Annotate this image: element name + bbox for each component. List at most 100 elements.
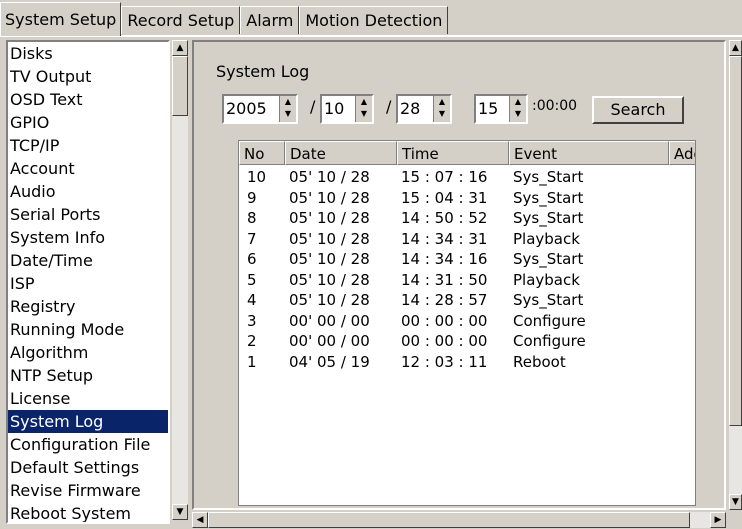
sidebar-item-osd-text[interactable]: OSD Text xyxy=(8,88,168,111)
sidebar-item-license[interactable]: License xyxy=(8,387,168,410)
spin-arrows-icon[interactable]: ▲ ▼ xyxy=(433,96,450,122)
column-header-event[interactable]: Event xyxy=(509,141,669,165)
day-spinbox[interactable]: 28 ▲ ▼ xyxy=(396,94,452,124)
cell-date: 00' 00 / 00 xyxy=(289,332,370,350)
sidebar-item-default-settings[interactable]: Default Settings xyxy=(8,456,168,479)
cell-time: 00 : 00 : 00 xyxy=(401,311,488,330)
cell-date: 05' 10 / 28 xyxy=(289,188,370,207)
cell-date: 05' 10 / 28 xyxy=(289,291,370,309)
sidebar-item-account[interactable]: Account xyxy=(8,157,168,180)
sidebar-item-algorithm[interactable]: Algorithm xyxy=(8,341,168,364)
sidebar-item-system-log[interactable]: System Log xyxy=(8,410,168,433)
cell-no: 8 xyxy=(247,209,257,227)
day-value: 28 xyxy=(400,99,421,118)
month-spinbox[interactable]: 10 ▲ ▼ xyxy=(320,94,374,124)
settings-list: Disks TV Output OSD Text GPIO TCP/IP Account A… xyxy=(6,40,170,524)
sidebar-item-audio[interactable]: Audio xyxy=(8,180,168,203)
time-suffix: :00:00 xyxy=(532,98,578,114)
spin-arrows-icon[interactable]: ▲ ▼ xyxy=(509,96,526,122)
sidebar-item-running-mode[interactable]: Running Mode xyxy=(8,318,168,341)
scroll-down-icon[interactable]: ▼ xyxy=(729,494,742,510)
sidebar-item-reboot-system[interactable]: Reboot System xyxy=(8,502,168,522)
cell-no: 9 xyxy=(247,188,257,207)
scroll-up-icon[interactable]: ▲ xyxy=(729,40,742,56)
year-spinbox[interactable]: 2005 ▲ ▼ xyxy=(222,94,298,124)
sidebar-item-serial-ports[interactable]: Serial Ports xyxy=(8,203,168,226)
table-row[interactable]: 1 04' 05 / 19 12 : 03 : 11 Reboot xyxy=(239,352,695,372)
cell-no: 5 xyxy=(247,270,257,289)
cell-event: Configure xyxy=(513,332,586,350)
scrollbar-thumb[interactable] xyxy=(729,56,742,426)
cell-time: 14 : 28 : 57 xyxy=(401,291,488,309)
log-table: No Date Time Event Add 10 05' 10 / 28 15 :… xyxy=(238,140,696,506)
scrollbar-thumb[interactable] xyxy=(208,512,690,528)
cell-date: 05' 10 / 28 xyxy=(289,270,370,289)
tab-motion-detection[interactable]: Motion Detection xyxy=(299,6,449,34)
table-row[interactable]: 7 05' 10 / 28 14 : 34 : 31 Playback xyxy=(239,229,695,249)
panel-horizontal-scrollbar[interactable]: ◀ ▶ xyxy=(192,512,726,528)
table-row[interactable]: 2 00' 00 / 00 00 : 00 : 00 Configure xyxy=(239,331,695,351)
tab-system-setup[interactable]: System Setup xyxy=(0,2,122,36)
hour-value: 15 xyxy=(478,99,499,118)
sidebar-item-revise-firmware[interactable]: Revise Firmware xyxy=(8,479,168,502)
cell-date: 05' 10 / 28 xyxy=(289,209,370,227)
tab-bar: System Setup Record Setup Alarm Motion D… xyxy=(0,0,449,36)
scroll-down-icon[interactable]: ▼ xyxy=(172,504,188,520)
scrollbar-thumb[interactable] xyxy=(172,56,188,116)
sidebar-item-isp[interactable]: ISP xyxy=(8,272,168,295)
cell-event: Sys_Start xyxy=(513,291,584,309)
cell-time: 15 : 04 : 31 xyxy=(401,188,488,207)
sidebar-item-registry[interactable]: Registry xyxy=(8,295,168,318)
cell-time: 12 : 03 : 11 xyxy=(401,352,488,371)
cell-time: 14 : 50 : 52 xyxy=(401,209,488,227)
column-header-time[interactable]: Time xyxy=(397,141,509,165)
table-row[interactable]: 3 00' 00 / 00 00 : 00 : 00 Configure xyxy=(239,311,695,331)
tab-alarm[interactable]: Alarm xyxy=(240,6,300,34)
cell-no: 7 xyxy=(247,229,257,248)
cell-no: 3 xyxy=(247,311,257,330)
search-button[interactable]: Search xyxy=(592,96,684,124)
cell-date: 05' 10 / 28 xyxy=(289,229,370,248)
date-separator: / xyxy=(386,97,392,116)
scroll-left-icon[interactable]: ◀ xyxy=(192,512,208,528)
table-row[interactable]: 4 05' 10 / 28 14 : 28 : 57 Sys_Start xyxy=(239,290,695,310)
cell-date: 05' 10 / 28 xyxy=(289,168,370,186)
spin-arrows-icon[interactable]: ▲ ▼ xyxy=(355,96,372,122)
sidebar-item-ntp-setup[interactable]: NTP Setup xyxy=(8,364,168,387)
cell-time: 15 : 07 : 16 xyxy=(401,168,488,186)
scroll-right-icon[interactable]: ▶ xyxy=(710,512,726,528)
sidebar-item-configuration-file[interactable]: Configuration File xyxy=(8,433,168,456)
sidebar-item-tv-output[interactable]: TV Output xyxy=(8,65,168,88)
sidebar-item-tcp-ip[interactable]: TCP/IP xyxy=(8,134,168,157)
cell-no: 2 xyxy=(247,332,257,350)
panel-title: System Log xyxy=(216,62,310,81)
sidebar-item-date-time[interactable]: Date/Time xyxy=(8,249,168,272)
cell-event: Configure xyxy=(513,311,586,330)
cell-event: Playback xyxy=(513,270,580,289)
cell-event: Sys_Start xyxy=(513,188,584,207)
tab-record-setup[interactable]: Record Setup xyxy=(121,6,241,34)
cell-date: 00' 00 / 00 xyxy=(289,311,370,330)
year-value: 2005 xyxy=(226,99,267,118)
table-row[interactable]: 10 05' 10 / 28 15 : 07 : 16 Sys_Start xyxy=(239,167,695,187)
table-row[interactable]: 8 05' 10 / 28 14 : 50 : 52 Sys_Start xyxy=(239,208,695,228)
cell-event: Sys_Start xyxy=(513,209,584,227)
table-row[interactable]: 9 05' 10 / 28 15 : 04 : 31 Sys_Start xyxy=(239,188,695,208)
cell-time: 14 : 34 : 16 xyxy=(401,250,488,268)
sidebar-item-disks[interactable]: Disks xyxy=(8,42,168,65)
scroll-up-icon[interactable]: ▲ xyxy=(172,40,188,56)
hour-spinbox[interactable]: 15 ▲ ▼ xyxy=(474,94,528,124)
settings-list-scrollbar[interactable]: ▲ ▼ xyxy=(172,40,188,520)
column-header-add[interactable]: Add xyxy=(669,141,695,165)
cell-event: Sys_Start xyxy=(513,168,584,186)
cell-no: 1 xyxy=(247,352,257,371)
table-row[interactable]: 5 05' 10 / 28 14 : 31 : 50 Playback xyxy=(239,270,695,290)
cell-event: Reboot xyxy=(513,352,566,371)
sidebar-item-system-info[interactable]: System Info xyxy=(8,226,168,249)
column-header-no[interactable]: No xyxy=(239,141,285,165)
table-row[interactable]: 6 05' 10 / 28 14 : 34 : 16 Sys_Start xyxy=(239,249,695,269)
sidebar-item-gpio[interactable]: GPIO xyxy=(8,111,168,134)
column-header-date[interactable]: Date xyxy=(285,141,397,165)
panel-vertical-scrollbar[interactable]: ▲ ▼ xyxy=(729,40,742,510)
spin-arrows-icon[interactable]: ▲ ▼ xyxy=(279,96,296,122)
